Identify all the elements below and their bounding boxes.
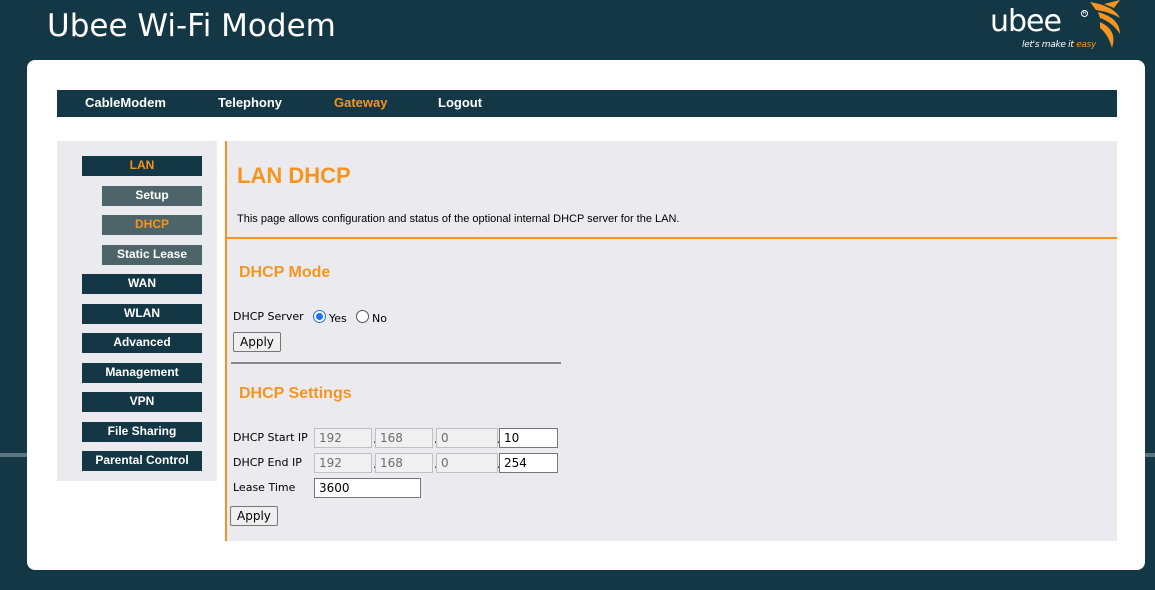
section-title-dhcp-settings: DHCP Settings — [239, 385, 352, 402]
tagline-prefix: let's make it — [1022, 40, 1077, 50]
sidebar-item-management[interactable]: Management — [82, 363, 202, 383]
nav-logout[interactable]: Logout — [438, 90, 482, 117]
end-ip-octet-4-input[interactable]: 254 — [499, 453, 558, 473]
dhcp-end-ip-label: DHCP End IP — [233, 456, 302, 469]
lease-time-input[interactable]: 3600 — [314, 478, 421, 498]
sidebar-item-lan[interactable]: LAN — [82, 156, 202, 176]
page-title: LAN DHCP — [237, 163, 351, 188]
content-panel: LAN DHCP This page allows configuration … — [225, 141, 1117, 541]
sidebar-item-static-lease[interactable]: Static Lease — [102, 245, 202, 265]
dhcp-server-yes-label: Yes — [329, 312, 347, 325]
end-ip-octet-3: 0 — [436, 453, 498, 473]
top-navigation: CableModem Telephony Gateway Logout — [57, 90, 1117, 117]
decorative-line-left — [0, 453, 27, 457]
app-title: Ubee Wi-Fi Modem — [47, 8, 336, 44]
dhcp-mode-apply-button[interactable]: Apply — [233, 332, 281, 352]
decorative-line-right — [1145, 453, 1155, 457]
sidebar-item-parental-control[interactable]: Parental Control — [82, 451, 202, 471]
page-description: This page allows configuration and statu… — [237, 213, 680, 225]
logo-tagline: let's make it easy — [1022, 40, 1096, 50]
sidebar-item-wan[interactable]: WAN — [82, 274, 202, 294]
end-ip-octet-2: 168 — [375, 453, 433, 473]
start-ip-octet-1: 192 — [314, 428, 372, 448]
nav-cablemodem[interactable]: CableModem — [85, 90, 166, 117]
start-ip-octet-2: 168 — [375, 428, 433, 448]
main-card: CableModem Telephony Gateway Logout LAN … — [27, 60, 1145, 570]
sidebar-item-wlan[interactable]: WLAN — [82, 304, 202, 324]
title-divider — [227, 237, 1117, 239]
sidebar-item-dhcp[interactable]: DHCP — [102, 215, 202, 235]
logo-word: ubee — [990, 4, 1062, 39]
sidebar-item-advanced[interactable]: Advanced — [82, 333, 202, 353]
sidebar-item-vpn[interactable]: VPN — [82, 392, 202, 412]
sidebar: LAN Setup DHCP Static Lease WAN WLAN Adv… — [57, 141, 217, 481]
ubee-logo: ubee R let's make it easy — [988, 0, 1128, 56]
nav-gateway[interactable]: Gateway — [334, 90, 387, 117]
start-ip-octet-3: 0 — [436, 428, 498, 448]
registered-mark: R — [1081, 10, 1088, 17]
dhcp-server-no-radio[interactable] — [356, 310, 369, 323]
end-ip-octet-1: 192 — [314, 453, 372, 473]
lease-time-label: Lease Time — [233, 481, 296, 494]
nav-telephony[interactable]: Telephony — [218, 90, 282, 117]
sidebar-item-file-sharing[interactable]: File Sharing — [82, 422, 202, 442]
tagline-accent: easy — [1076, 40, 1097, 50]
start-ip-octet-4-input[interactable]: 10 — [499, 428, 558, 448]
dhcp-start-ip-label: DHCP Start IP — [233, 431, 308, 444]
dhcp-server-no-label: No — [372, 312, 387, 325]
section-divider — [231, 362, 561, 364]
section-title-dhcp-mode: DHCP Mode — [239, 264, 331, 281]
dhcp-server-yes-radio[interactable] — [313, 310, 326, 323]
dhcp-server-label: DHCP Server — [233, 310, 304, 323]
sidebar-item-setup[interactable]: Setup — [102, 186, 202, 206]
dhcp-settings-apply-button[interactable]: Apply — [230, 506, 278, 526]
